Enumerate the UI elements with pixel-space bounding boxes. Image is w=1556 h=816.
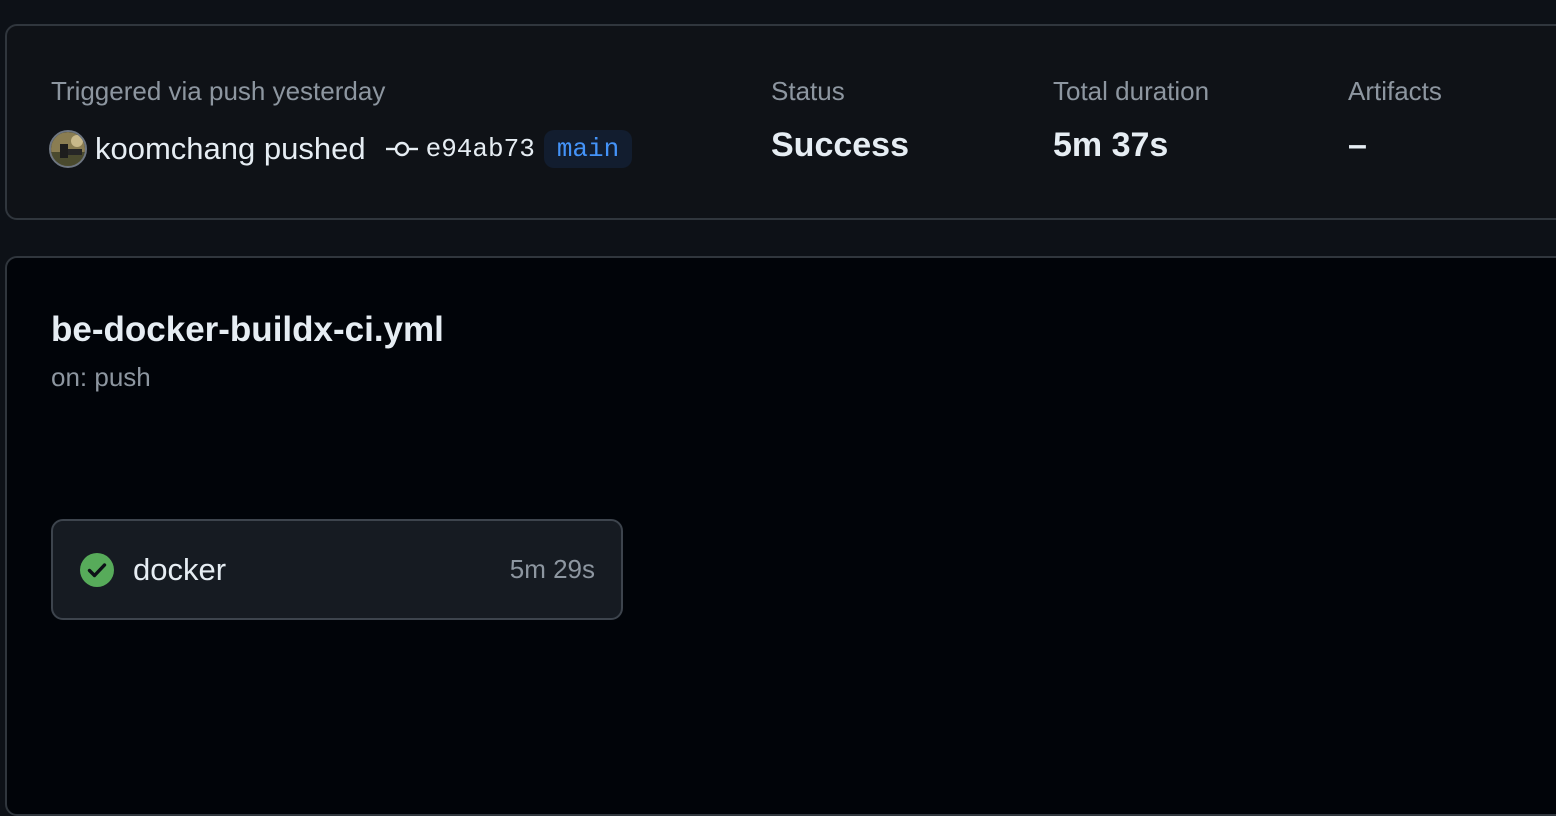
git-commit-icon <box>385 139 418 159</box>
avatar[interactable] <box>49 130 87 168</box>
job-card-docker[interactable]: docker 5m 29s <box>51 519 623 620</box>
trigger-label: Triggered via push yesterday <box>51 76 386 106</box>
run-summary-card: Triggered via push yesterday koomchang p… <box>5 24 1556 220</box>
workflow-file-name: be-docker-buildx-ci.yml <box>51 310 444 349</box>
branch-badge[interactable]: main <box>543 130 633 168</box>
status-value: Success <box>771 126 909 164</box>
status-label: Status <box>771 76 845 106</box>
artifacts-value: – <box>1348 126 1367 164</box>
job-name: docker <box>133 551 227 587</box>
artifacts-label: Artifacts <box>1348 76 1442 106</box>
workflow-trigger: on: push <box>51 362 151 392</box>
check-circle-icon <box>79 552 115 588</box>
duration-value: 5m 37s <box>1053 126 1169 164</box>
commit-sha-link[interactable]: e94ab73 <box>426 134 535 164</box>
workflow-graph-card: be-docker-buildx-ci.yml on: push docker … <box>5 256 1556 816</box>
actor-text[interactable]: koomchang pushed <box>95 131 366 167</box>
duration-label: Total duration <box>1053 76 1210 106</box>
job-duration: 5m 29s <box>509 554 595 584</box>
trigger-details: koomchang pushed e94ab73 main <box>49 130 633 168</box>
